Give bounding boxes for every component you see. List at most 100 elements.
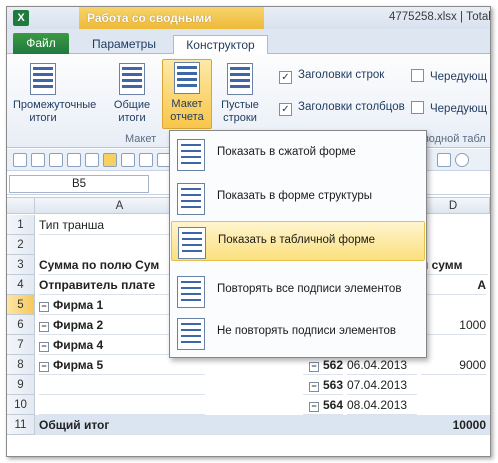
toolbar-icon[interactable] bbox=[49, 153, 63, 167]
report-layout-icon bbox=[174, 62, 200, 94]
blank-rows-button[interactable]: Пустые строки bbox=[215, 61, 265, 131]
name-box[interactable]: B5 bbox=[9, 175, 149, 193]
menu-item-repeat-label: Повторять все подписи элементов bbox=[217, 283, 402, 295]
outline-form-icon bbox=[177, 183, 205, 215]
compact-form-icon bbox=[177, 139, 205, 171]
grand-totals-icon bbox=[119, 63, 145, 95]
lock-icon[interactable] bbox=[103, 153, 117, 167]
row-header[interactable]: 1 bbox=[7, 215, 35, 235]
report-layout-label: Макет отчета bbox=[170, 98, 204, 123]
menu-item-no-repeat-label: Не повторять подписи элементов bbox=[217, 325, 396, 337]
cell-a7-text: Фирма 4 bbox=[53, 338, 104, 352]
col-headers-label: Заголовки столбцов bbox=[298, 101, 405, 113]
subtotals-button[interactable]: Промежуточные итоги bbox=[13, 61, 96, 131]
sub-id-text: 564 bbox=[322, 398, 343, 412]
tab-constructor[interactable]: Конструктор bbox=[173, 35, 268, 55]
cell-d4[interactable]: А bbox=[421, 275, 486, 295]
toolbar-icon[interactable] bbox=[85, 153, 99, 167]
sub-id-cell[interactable]: −563 bbox=[303, 375, 343, 395]
sub-id-text: 563 bbox=[322, 378, 343, 392]
banded-rows-checkbox[interactable]: Чередующ bbox=[411, 69, 487, 87]
row-header[interactable]: 4 bbox=[7, 275, 35, 295]
checkbox-box bbox=[411, 101, 424, 114]
collapse-icon[interactable]: − bbox=[39, 302, 49, 312]
toolbar-icon[interactable] bbox=[13, 153, 27, 167]
menu-item-compact-label: Показать в сжатой форме bbox=[217, 146, 356, 158]
menu-item-no-repeat-labels[interactable]: Не повторять подписи элементов bbox=[171, 313, 425, 353]
row-header[interactable]: 11 bbox=[7, 415, 35, 435]
cell-a8-text: Фирма 5 bbox=[53, 358, 104, 372]
cell-d8[interactable]: 9000 bbox=[421, 355, 486, 375]
cell-a6-text: Фирма 2 bbox=[53, 318, 104, 332]
grand-totals-button[interactable]: Общие итоги bbox=[107, 61, 157, 131]
window-title: 4775258.xlsx | Тоtal bbox=[389, 11, 491, 23]
row-header[interactable]: 9 bbox=[7, 375, 35, 395]
toolbar-icon[interactable] bbox=[139, 153, 153, 167]
toolbar-icon[interactable] bbox=[67, 153, 81, 167]
excel-window: X Работа со сводными таблицами 4775258.x… bbox=[6, 6, 491, 457]
blank-rows-icon bbox=[227, 63, 253, 95]
cell-a10[interactable] bbox=[39, 395, 205, 415]
row-header[interactable]: 6 bbox=[7, 315, 35, 335]
pivot-tools-context-tab: Работа со сводными таблицами bbox=[79, 7, 264, 47]
sub-date-cell[interactable]: 07.04.2013 bbox=[347, 375, 417, 395]
cell-d11[interactable]: 10000 bbox=[421, 415, 486, 435]
sub-id-text: 562 bbox=[322, 358, 343, 372]
style-options-group-label: водной табл bbox=[423, 133, 486, 145]
sub-date-cell[interactable]: 08.04.2013 bbox=[347, 395, 417, 415]
subtotals-icon bbox=[30, 63, 56, 95]
tab-params[interactable]: Параметры bbox=[79, 35, 169, 54]
sub-date-cell[interactable]: 06.04.2013 bbox=[347, 355, 417, 375]
column-header-d[interactable]: D bbox=[417, 197, 490, 214]
collapse-icon[interactable]: − bbox=[308, 382, 319, 392]
cell-d6[interactable]: 1000 bbox=[421, 315, 486, 335]
sub-id-cell[interactable]: −562 bbox=[303, 355, 343, 375]
banded-cols-label: Чередующ bbox=[430, 103, 488, 115]
menu-item-tabular-label: Показать в табличной форме bbox=[218, 234, 376, 246]
repeat-labels-icon bbox=[177, 276, 205, 308]
report-layout-button[interactable]: Макет отчета bbox=[162, 59, 212, 129]
checkmark-icon: ✓ bbox=[279, 103, 292, 116]
row-header[interactable]: 2 bbox=[7, 235, 35, 255]
excel-icon[interactable]: X bbox=[13, 10, 29, 26]
menu-item-repeat-labels[interactable]: Повторять все подписи элементов bbox=[171, 271, 425, 311]
cell-a9[interactable] bbox=[39, 375, 205, 395]
cell-a8[interactable]: − Фирма 5 bbox=[39, 355, 205, 375]
toolbar-icon[interactable] bbox=[437, 153, 451, 167]
layout-group-label: Макет bbox=[125, 133, 157, 145]
row-header[interactable]: 7 bbox=[7, 335, 35, 355]
no-repeat-labels-icon bbox=[177, 318, 205, 350]
checkbox-box bbox=[411, 69, 424, 82]
toolbar-icon[interactable] bbox=[121, 153, 135, 167]
collapse-icon[interactable]: − bbox=[308, 362, 319, 372]
cell-d3[interactable]: п сумм bbox=[421, 255, 488, 275]
globe-icon[interactable] bbox=[455, 153, 469, 167]
collapse-icon[interactable]: − bbox=[39, 362, 49, 372]
collapse-icon[interactable]: − bbox=[39, 342, 49, 352]
tab-file[interactable]: Файл bbox=[13, 33, 69, 54]
row-header[interactable]: 5 bbox=[7, 295, 35, 315]
row-headers-label: Заголовки строк bbox=[298, 69, 385, 81]
toolbar-icon[interactable] bbox=[31, 153, 45, 167]
row-header[interactable]: 8 bbox=[7, 355, 35, 375]
row-headers-checkbox[interactable]: ✓ Заголовки строк bbox=[279, 69, 384, 87]
banded-rows-label: Чередующ bbox=[430, 71, 488, 83]
menu-item-compact[interactable]: Показать в сжатой форме bbox=[171, 134, 425, 174]
banded-cols-checkbox[interactable]: Чередующ bbox=[411, 101, 487, 119]
tabular-form-icon bbox=[178, 227, 206, 259]
menu-item-outline[interactable]: Показать в форме структуры bbox=[171, 178, 425, 218]
sub-id-cell[interactable]: −564 bbox=[303, 395, 343, 415]
row-header[interactable]: 3 bbox=[7, 255, 35, 275]
row-header[interactable]: 10 bbox=[7, 395, 35, 415]
grand-total-label: Общий итог bbox=[39, 418, 110, 432]
blank-rows-label: Пустые строки bbox=[221, 99, 259, 124]
menu-item-outline-label: Показать в форме структуры bbox=[217, 190, 373, 202]
checkmark-icon: ✓ bbox=[279, 71, 292, 84]
menu-item-tabular[interactable]: Показать в табличной форме bbox=[171, 221, 425, 261]
collapse-icon[interactable]: − bbox=[39, 322, 49, 332]
grand-totals-label: Общие итоги bbox=[113, 99, 151, 124]
col-headers-checkbox[interactable]: ✓ Заголовки столбцов bbox=[279, 101, 405, 119]
cell-a5-text: Фирма 1 bbox=[53, 298, 104, 312]
collapse-icon[interactable]: − bbox=[308, 402, 319, 412]
select-all-corner[interactable] bbox=[7, 197, 35, 214]
